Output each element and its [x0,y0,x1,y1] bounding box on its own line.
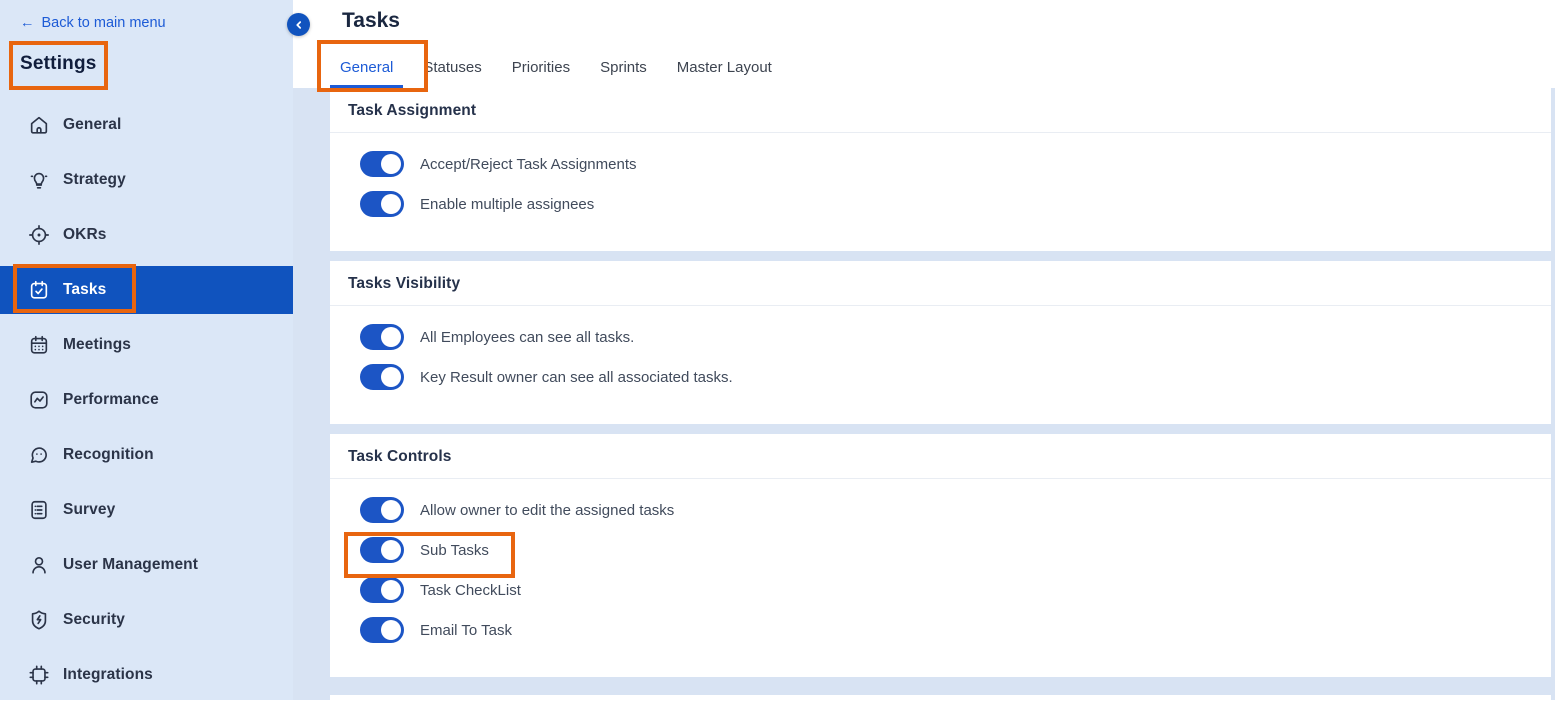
sidebar-nav: General Strategy OKRs Tasks Meetings Performa… [0,101,293,706]
toggle-knob [381,327,401,347]
sidebar-item-label: Performance [63,391,159,409]
section-header: Task Controls [330,434,1551,479]
survey-list-icon [28,499,50,521]
section-title: Task Assignment [348,102,1533,120]
settings-sidebar: ← Back to main menu Settings General Stra… [0,0,293,700]
toggle-task-checklist[interactable] [360,577,404,603]
toggle-knob [381,194,401,214]
section-title: Task Controls [348,448,1533,466]
sidebar-item-security[interactable]: Security [0,596,293,644]
toggle-all-employees-can-see-all-tasks[interactable] [360,324,404,350]
toggle-label: All Employees can see all tasks. [420,329,634,346]
toggle-key-result-owner-can-see-all-associated-tasks[interactable] [360,364,404,390]
sidebar-item-label: General [63,116,121,134]
section-header: Tasks Visibility [330,261,1551,306]
sidebar-item-tasks[interactable]: Tasks [0,266,293,314]
toggle-row-enable-multiple-assignees: Enable multiple assignees [360,191,1551,217]
tab-statuses[interactable]: Statuses [413,59,491,88]
section-body: All Employees can see all tasks. Key Resu… [330,306,1551,424]
main-header: Tasks General Statuses Priorities Sprints Ma… [293,0,1555,88]
toggle-allow-owner-to-edit-the-assigned-tasks[interactable] [360,497,404,523]
home-icon [28,114,50,136]
settings-content: Task Assignment Accept/Reject Task Assign… [293,88,1555,700]
toggle-row-key-result-owner-can-see-all-associated-tasks: Key Result owner can see all associated … [360,364,1551,390]
toggle-label: Email To Task [420,622,512,639]
toggle-label: Accept/Reject Task Assignments [420,156,637,173]
section-task-assignment: Task Assignment Accept/Reject Task Assign… [330,88,1551,251]
sidebar-item-label: Meetings [63,336,131,354]
toggle-label: Enable multiple assignees [420,196,594,213]
toggle-knob [381,580,401,600]
sidebar-item-label: OKRs [63,226,106,244]
toggle-row-sub-tasks: Sub Tasks [360,537,1551,563]
cpu-icon [28,664,50,686]
sidebar-collapse-button[interactable] [287,13,310,36]
performance-chart-icon [28,389,50,411]
sidebar-item-performance[interactable]: Performance [0,376,293,424]
toggle-knob [381,154,401,174]
section-tasks-visibility: Tasks Visibility All Employees can see al… [330,261,1551,424]
calendar-check-icon [28,279,50,301]
toggle-row-task-checklist: Task CheckList [360,577,1551,603]
next-section-partial [330,695,1551,700]
lightbulb-icon [28,169,50,191]
back-arrow-icon: ← [20,15,35,31]
sidebar-item-general[interactable]: General [0,101,293,149]
sidebar-item-label: Security [63,611,125,629]
back-to-main-menu-link[interactable]: ← Back to main menu [20,15,166,31]
toggle-accept-reject-task-assignments[interactable] [360,151,404,177]
toggle-label: Sub Tasks [420,542,489,559]
sidebar-item-label: User Management [63,556,198,574]
section-task-controls: Task Controls Allow owner to edit the ass… [330,434,1551,677]
target-icon [28,224,50,246]
sidebar-item-label: Recognition [63,446,154,464]
page-title: Tasks [342,9,400,33]
toggle-sub-tasks[interactable] [360,537,404,563]
sidebar-item-meetings[interactable]: Meetings [0,321,293,369]
sidebar-item-strategy[interactable]: Strategy [0,156,293,204]
sidebar-item-recognition[interactable]: Recognition [0,431,293,479]
calendar-days-icon [28,334,50,356]
sidebar-item-label: Strategy [63,171,126,189]
shield-zap-icon [28,609,50,631]
toggle-knob [381,620,401,640]
sidebar-item-survey[interactable]: Survey [0,486,293,534]
user-icon [28,554,50,576]
toggle-label: Allow owner to edit the assigned tasks [420,502,674,519]
section-title: Tasks Visibility [348,275,1533,293]
toggle-row-allow-owner-to-edit-the-assigned-tasks: Allow owner to edit the assigned tasks [360,497,1551,523]
toggle-knob [381,540,401,560]
sidebar-item-user-management[interactable]: User Management [0,541,293,589]
toggle-row-email-to-task: Email To Task [360,617,1551,643]
section-header: Task Assignment [330,88,1551,133]
toggle-knob [381,500,401,520]
toggle-row-all-employees-can-see-all-tasks: All Employees can see all tasks. [360,324,1551,350]
sidebar-item-integrations[interactable]: Integrations [0,651,293,699]
section-body: Accept/Reject Task Assignments Enable mul… [330,133,1551,251]
sidebar-item-label: Tasks [63,281,106,299]
sidebar-item-label: Integrations [63,666,153,684]
toggle-enable-multiple-assignees[interactable] [360,191,404,217]
section-body: Allow owner to edit the assigned tasks Su… [330,479,1551,677]
toggle-email-to-task[interactable] [360,617,404,643]
chevron-left-icon [292,18,306,32]
tab-sprints[interactable]: Sprints [590,59,657,88]
tab-master-layout[interactable]: Master Layout [667,59,782,88]
tabs: General Statuses Priorities Sprints Master L… [330,59,792,88]
tab-general[interactable]: General [330,59,403,88]
settings-main: Tasks General Statuses Priorities Sprints Ma… [293,0,1555,700]
sidebar-item-label: Survey [63,501,115,519]
toggle-label: Key Result owner can see all associated … [420,369,733,386]
settings-title: Settings [20,53,97,75]
toggle-knob [381,367,401,387]
toggle-label: Task CheckList [420,582,521,599]
tab-priorities[interactable]: Priorities [502,59,580,88]
sidebar-item-okrs[interactable]: OKRs [0,211,293,259]
settings-app: ← Back to main menu Settings General Stra… [0,0,1555,700]
back-link-label: Back to main menu [42,15,166,31]
chat-bubble-icon [28,444,50,466]
toggle-row-accept-reject-task-assignments: Accept/Reject Task Assignments [360,151,1551,177]
